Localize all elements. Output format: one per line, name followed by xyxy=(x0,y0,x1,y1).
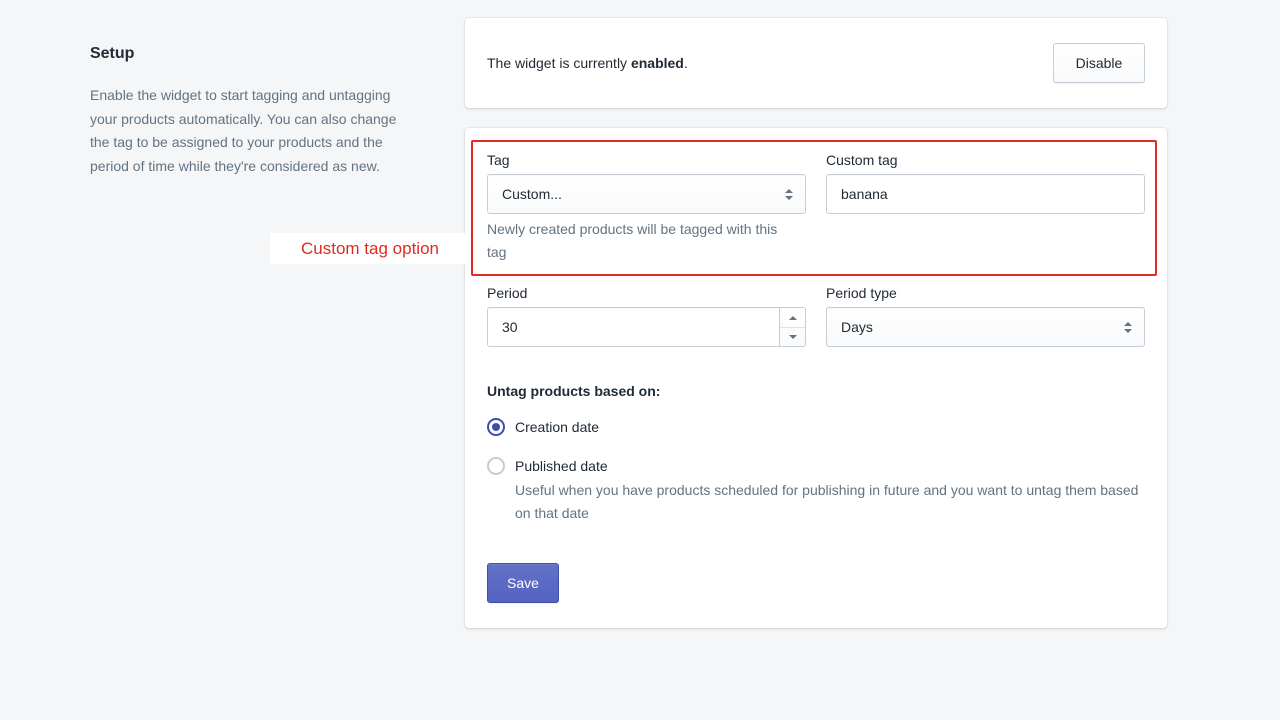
radio-published-date-block: Published date Useful when you have prod… xyxy=(515,456,1145,525)
tag-field: Tag Custom... Newly created products wil… xyxy=(487,150,806,264)
widget-settings-card: Tag Custom... Newly created products wil… xyxy=(465,128,1167,628)
tag-help-text: Newly created products will be tagged wi… xyxy=(487,218,797,264)
radio-creation-date-label[interactable]: Creation date xyxy=(515,417,1145,437)
widget-status-suffix: . xyxy=(684,55,688,71)
stepper-up-icon[interactable] xyxy=(780,308,805,327)
period-type-select-wrapper[interactable]: Days xyxy=(826,307,1145,347)
custom-tag-input[interactable] xyxy=(826,174,1145,214)
period-stepper[interactable] xyxy=(779,308,805,346)
custom-tag-field: Custom tag xyxy=(826,150,1145,264)
radio-published-date-control[interactable] xyxy=(487,457,505,475)
setup-description-text: Enable the widget to start tagging and u… xyxy=(90,84,410,178)
radio-published-date-help: Useful when you have products scheduled … xyxy=(515,479,1145,525)
custom-tag-label: Custom tag xyxy=(826,150,1145,170)
stepper-down-icon[interactable] xyxy=(780,327,805,346)
setup-description-column: Setup Enable the widget to start tagging… xyxy=(90,42,410,178)
untag-group-title: Untag products based on: xyxy=(487,381,1145,401)
period-row: Period Period ty xyxy=(487,283,1145,347)
radio-creation-date-control[interactable] xyxy=(487,418,505,436)
period-input[interactable] xyxy=(488,308,779,346)
radio-published-date-label[interactable]: Published date xyxy=(515,456,1145,476)
tag-row: Tag Custom... Newly created products wil… xyxy=(487,150,1145,264)
widget-status-row: The widget is currently enabled. Disable xyxy=(465,18,1167,108)
settings-form: Tag Custom... Newly created products wil… xyxy=(487,150,1145,603)
period-label: Period xyxy=(487,283,806,303)
period-field: Period xyxy=(487,283,806,347)
save-button[interactable]: Save xyxy=(487,563,559,603)
page-title: Setup xyxy=(90,42,410,66)
period-number-wrapper[interactable] xyxy=(487,307,806,347)
tag-select[interactable]: Custom... xyxy=(487,174,806,214)
widget-status-card: The widget is currently enabled. Disable xyxy=(465,18,1167,108)
page-root: Setup Enable the widget to start tagging… xyxy=(0,0,1280,720)
tag-label: Tag xyxy=(487,150,806,170)
stepper-down-glyph xyxy=(789,335,797,339)
widget-status-prefix: The widget is currently xyxy=(487,55,631,71)
period-type-field: Period type Days xyxy=(826,283,1145,347)
period-type-select[interactable]: Days xyxy=(826,307,1145,347)
radio-option-creation-date[interactable]: Creation date xyxy=(487,417,1145,437)
tag-select-wrapper[interactable]: Custom... xyxy=(487,174,806,214)
annotation-label: Custom tag option xyxy=(270,233,470,264)
widget-status-message: The widget is currently enabled. xyxy=(487,53,688,73)
stepper-up-glyph xyxy=(789,316,797,320)
period-type-label: Period type xyxy=(826,283,1145,303)
widget-status-state: enabled xyxy=(631,55,684,71)
disable-widget-button[interactable]: Disable xyxy=(1053,43,1145,83)
radio-creation-date-block: Creation date xyxy=(515,417,1145,437)
radio-option-published-date[interactable]: Published date Useful when you have prod… xyxy=(487,456,1145,525)
